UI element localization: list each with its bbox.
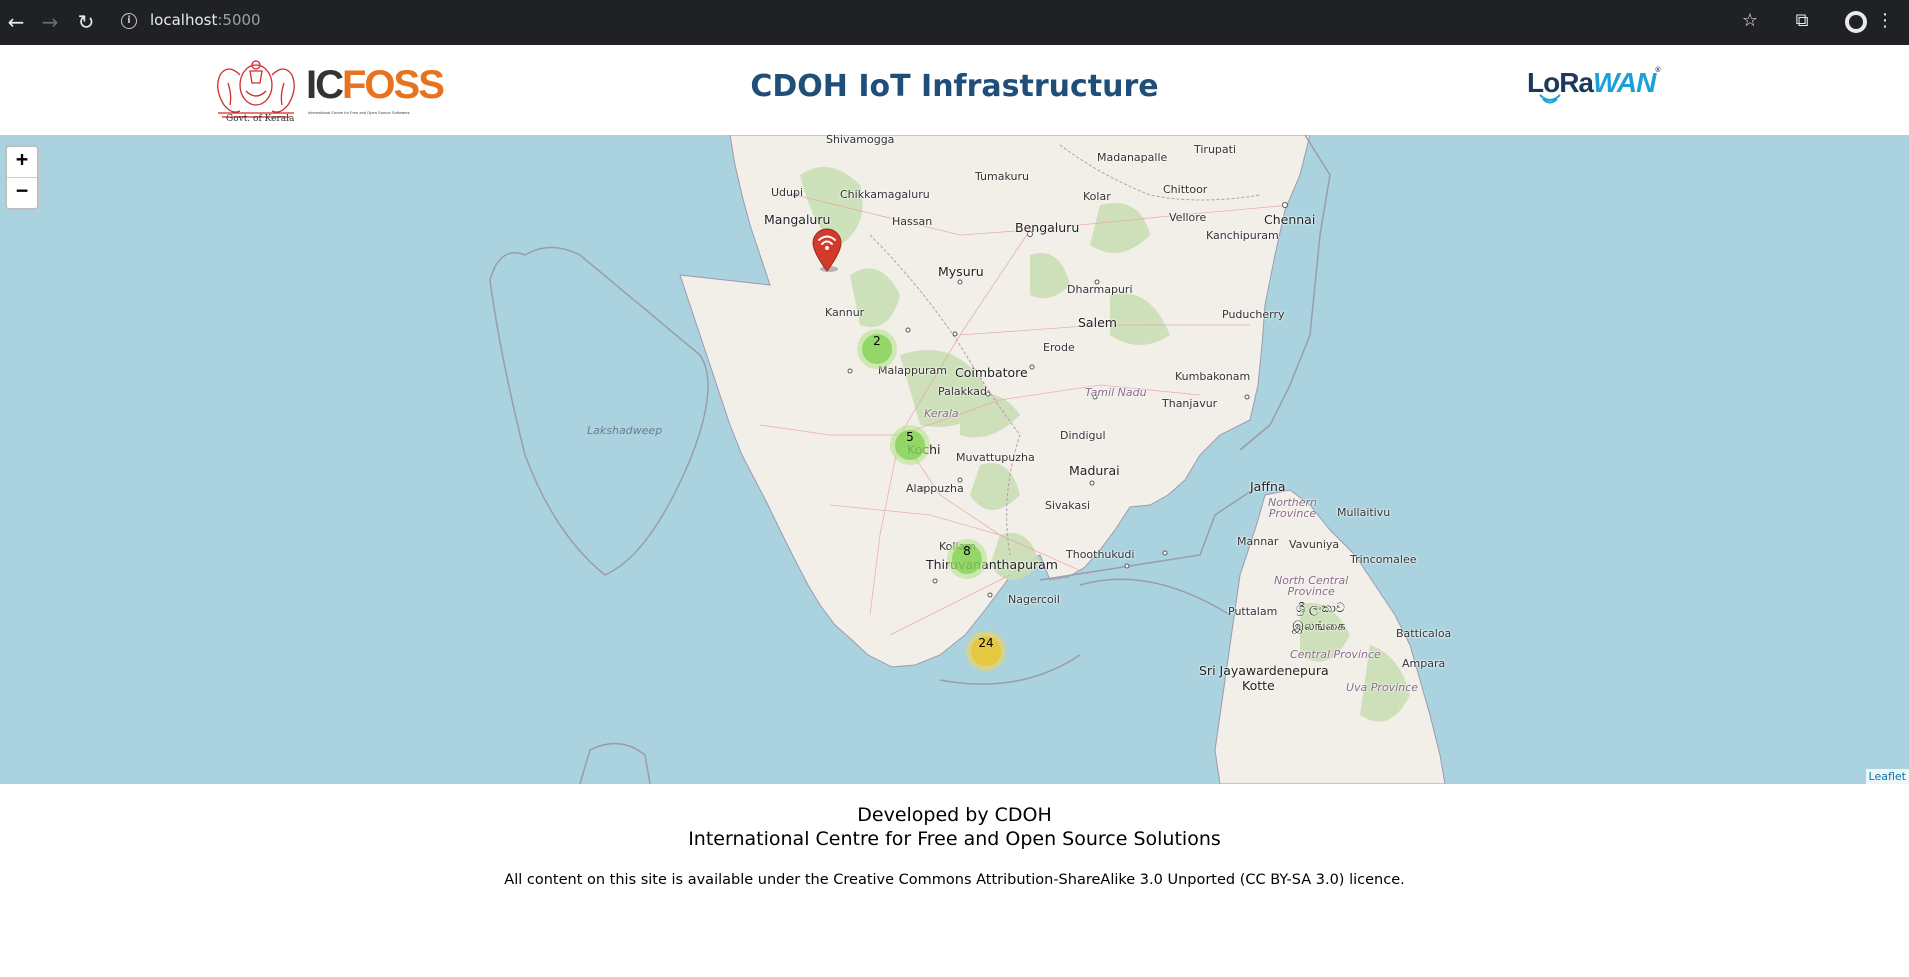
- place-label: Dharmapuri: [1067, 283, 1133, 296]
- license-notice: All content on this site is available un…: [504, 872, 1405, 888]
- place-label: Erode: [1043, 341, 1075, 354]
- place-label: Shivamogga: [826, 135, 895, 146]
- place-label: Malappuram: [878, 364, 947, 377]
- place-label: Coimbatore: [955, 365, 1028, 380]
- marker-cluster[interactable]: 2: [857, 329, 897, 369]
- bookmark-star-icon[interactable]: ☆: [1738, 10, 1762, 31]
- wifi-icon[interactable]: [811, 227, 843, 273]
- place-label: Nagercoil: [1008, 593, 1060, 606]
- place-label: Kumbakonam: [1175, 370, 1251, 383]
- place-label: Trincomalee: [1350, 553, 1417, 566]
- place-label: Mangaluru: [764, 212, 831, 227]
- url-port: :5000: [217, 11, 261, 29]
- place-label: Kotte: [1242, 678, 1275, 693]
- zoom-control: + −: [5, 145, 39, 210]
- browser-toolbar: ← → ↻ i localhost:5000 ☆ ⧉ ⋮: [0, 0, 1909, 45]
- place-label: Tumakuru: [975, 170, 1029, 183]
- organization-name: International Centre for Free and Open S…: [688, 828, 1221, 850]
- leaflet-attribution-link[interactable]: Leaflet: [1865, 769, 1909, 784]
- place-label: Palakkad: [938, 385, 987, 398]
- place-label: Vavuniya: [1289, 538, 1340, 551]
- kerala-caption: Govt. of Kerala: [226, 114, 295, 124]
- place-label: Puducherry: [1222, 308, 1285, 321]
- region-label: Tamil Nadu: [1085, 386, 1147, 399]
- lorawan-waves-icon: [1539, 94, 1561, 104]
- place-label: Thiruvananthapuram: [926, 557, 1058, 572]
- address-bar[interactable]: localhost:5000: [150, 11, 261, 29]
- place-label: Puttalam: [1228, 605, 1278, 618]
- site-info-icon[interactable]: i: [121, 13, 137, 29]
- region-label: Kerala: [924, 407, 959, 420]
- region-label: North Central Province: [1274, 574, 1349, 598]
- site-header: Govt. of Kerala ICFOSS International Cen…: [0, 45, 1909, 135]
- place-label: Muvattupuzha: [956, 451, 1035, 464]
- reload-icon[interactable]: ↻: [74, 10, 98, 34]
- map-view[interactable]: Shivamogga Tirupati Madanapalle Udupi Ch…: [0, 135, 1909, 784]
- developer-credit: Developed by CDOH: [857, 804, 1052, 826]
- marker-cluster[interactable]: 8: [947, 539, 987, 579]
- place-label: Udupi: [771, 186, 804, 199]
- place-label: Thoothukudi: [1066, 548, 1135, 561]
- place-label: Mysuru: [938, 264, 984, 279]
- place-label: Salem: [1078, 315, 1117, 330]
- place-label: Kolar: [1083, 190, 1111, 203]
- lorawan-reg: ®: [1655, 67, 1660, 74]
- place-label: Batticaloa: [1396, 627, 1452, 640]
- browser-menu-icon[interactable]: ⋮: [1873, 10, 1897, 31]
- place-label: Madurai: [1069, 463, 1120, 478]
- zoom-in-button[interactable]: +: [7, 147, 37, 178]
- forward-arrow-icon[interactable]: →: [38, 10, 62, 34]
- place-label: Vellore: [1169, 211, 1207, 224]
- place-label: Chennai: [1264, 212, 1316, 227]
- cluster-count: 5: [895, 430, 925, 460]
- place-label: Kanchipuram: [1206, 229, 1279, 242]
- url-host: localhost: [150, 11, 218, 29]
- place-label: Kannur: [825, 306, 865, 319]
- zoom-out-button[interactable]: −: [7, 178, 37, 208]
- site-footer: Developed by CDOH International Centre f…: [0, 784, 1909, 977]
- cluster-count: 8: [952, 544, 982, 574]
- extensions-icon[interactable]: ⧉: [1790, 10, 1814, 31]
- cluster-count: 2: [862, 334, 892, 364]
- place-label: Dindigul: [1060, 429, 1106, 442]
- region-label: Central Province: [1290, 648, 1381, 661]
- icfoss-subtitle: International Centre for Free and Open S…: [308, 110, 410, 115]
- place-label: Tirupati: [1194, 143, 1237, 156]
- place-label: Madanapalle: [1097, 151, 1168, 164]
- place-label: Mannar: [1237, 535, 1279, 548]
- place-label: Jaffna: [1250, 479, 1286, 494]
- place-label: Chikkamagaluru: [840, 188, 930, 201]
- place-label: ශ්‍රී ලංකාව: [1296, 600, 1345, 615]
- region-label: Lakshadweep: [587, 424, 663, 437]
- place-label: Mullaitivu: [1337, 506, 1391, 519]
- back-arrow-icon[interactable]: ←: [4, 10, 28, 34]
- place-label: Bengaluru: [1015, 220, 1080, 235]
- map-basemap: [489, 135, 1446, 784]
- marker-cluster[interactable]: 5: [890, 425, 930, 465]
- profile-avatar[interactable]: [1845, 11, 1867, 33]
- place-label: Alappuzha: [906, 482, 964, 495]
- place-label: Sivakasi: [1045, 499, 1090, 512]
- place-label: Hassan: [892, 215, 933, 228]
- place-label: Ampara: [1402, 657, 1446, 670]
- place-label: Chittoor: [1163, 183, 1208, 196]
- cluster-count: 24: [971, 636, 1001, 666]
- region-label: Northern Province: [1268, 496, 1318, 520]
- lorawan-wan: WAN: [1593, 67, 1656, 98]
- region-label: Uva Province: [1346, 681, 1419, 694]
- place-label: இலங்கை: [1292, 618, 1346, 633]
- place-label: Sri Jayawardenepura: [1199, 663, 1329, 678]
- place-label: Thanjavur: [1162, 397, 1218, 410]
- marker-cluster[interactable]: 24: [966, 631, 1006, 671]
